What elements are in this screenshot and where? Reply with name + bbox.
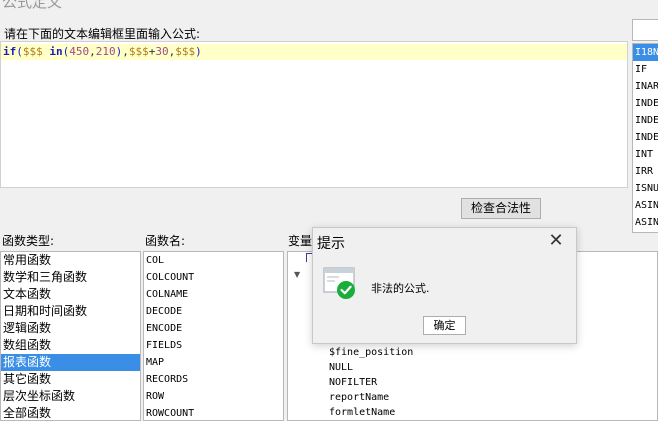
- function-quick-item[interactable]: ASIN: [633, 197, 658, 214]
- function-type-label: 函数类型:: [2, 234, 55, 248]
- variable-items: $fine_position NULL NOFILTER reportName form…: [329, 345, 413, 420]
- function-search-input[interactable]: [632, 19, 658, 41]
- editor-prompt: 请在下面的文本编辑框里面输入公式:: [4, 27, 201, 41]
- function-type-item[interactable]: 日期和时间函数: [1, 303, 140, 320]
- function-quick-list[interactable]: I18N IF INAR INDE INDE INDE INT IRR ISNU ASIN ASIN: [632, 43, 658, 233]
- formula-token: in: [49, 45, 63, 58]
- formula-token: 450: [69, 45, 90, 58]
- close-icon[interactable]: ✕: [547, 232, 565, 250]
- dialog-title: 提示: [317, 236, 345, 252]
- function-quick-item[interactable]: INAR: [633, 78, 658, 95]
- alert-dialog: 提示 ✕ 非法的公式. 确定: [312, 227, 577, 344]
- formula-token: $$$: [22, 45, 43, 58]
- function-type-item[interactable]: 报表函数: [1, 354, 140, 371]
- function-name-item[interactable]: RECORDS: [144, 371, 283, 388]
- function-quick-item[interactable]: I18N: [633, 44, 658, 61]
- function-quick-item[interactable]: IRR: [633, 163, 658, 180]
- function-name-item[interactable]: COLNAME: [144, 286, 283, 303]
- function-name-item[interactable]: ROW: [144, 388, 283, 405]
- window-check-icon: [323, 266, 357, 300]
- function-type-item[interactable]: 全部函数: [1, 405, 140, 420]
- function-name-item[interactable]: MAP: [144, 354, 283, 371]
- formula-token: $$$: [128, 45, 149, 58]
- formula-token: ,: [122, 45, 129, 58]
- formula-editor[interactable]: if($$$ in(450,210),$$$+30,$$$): [0, 41, 628, 188]
- function-name-list[interactable]: COL COLCOUNT COLNAME DECODE ENCODE FIELDS MAP R…: [143, 251, 284, 421]
- formula-token: $$$: [175, 45, 196, 58]
- function-name-item[interactable]: COL: [144, 252, 283, 269]
- check-validity-button[interactable]: 检查合法性: [461, 198, 541, 219]
- function-type-item[interactable]: 其它函数: [1, 371, 140, 388]
- function-name-item[interactable]: ROWCOUNT: [144, 405, 283, 420]
- function-type-list[interactable]: 常用函数 数学和三角函数 文本函数 日期和时间函数 逻辑函数 数组函数 报表函数 其它函数 层次…: [0, 251, 141, 421]
- dialog-message: 非法的公式.: [371, 282, 430, 295]
- function-quick-item[interactable]: INDE: [633, 95, 658, 112]
- formula-token: ): [195, 45, 202, 58]
- function-quick-item[interactable]: INDE: [633, 129, 658, 146]
- tree-expand-icon[interactable]: ▼: [294, 270, 300, 279]
- window-title: 公式定义: [2, 0, 63, 11]
- variable-item[interactable]: NULL: [329, 360, 413, 375]
- function-name-item[interactable]: DECODE: [144, 303, 283, 320]
- formula-token: 210: [95, 45, 116, 58]
- formula-current-line[interactable]: if($$$ in(450,210),$$$+30,$$$): [1, 44, 627, 60]
- variables-label: 变量: [288, 234, 313, 248]
- formula-token: (: [16, 45, 23, 58]
- ok-button[interactable]: 确定: [423, 316, 466, 335]
- variable-item[interactable]: reportName: [329, 390, 413, 405]
- formula-token: 30: [155, 45, 169, 58]
- function-name-item[interactable]: ENCODE: [144, 320, 283, 337]
- function-quick-item[interactable]: ASIN: [633, 214, 658, 231]
- function-type-item[interactable]: 常用函数: [1, 252, 140, 269]
- function-type-item[interactable]: 文本函数: [1, 286, 140, 303]
- function-name-item[interactable]: COLCOUNT: [144, 269, 283, 286]
- formula-token: ,: [89, 45, 96, 58]
- function-quick-item[interactable]: INT: [633, 146, 658, 163]
- function-type-item[interactable]: 逻辑函数: [1, 320, 140, 337]
- function-name-item[interactable]: FIELDS: [144, 337, 283, 354]
- variable-item[interactable]: $fine_position: [329, 345, 413, 360]
- variable-item[interactable]: NOFILTER: [329, 375, 413, 390]
- function-quick-item[interactable]: IF: [633, 61, 658, 78]
- variable-item[interactable]: formletName: [329, 405, 413, 420]
- formula-token: if: [3, 45, 17, 58]
- function-type-item[interactable]: 数组函数: [1, 337, 140, 354]
- function-type-item[interactable]: 层次坐标函数: [1, 388, 140, 405]
- function-quick-item[interactable]: INDE: [633, 112, 658, 129]
- function-quick-item[interactable]: ISNU: [633, 180, 658, 197]
- function-name-label: 函数名:: [145, 234, 186, 248]
- function-type-item[interactable]: 数学和三角函数: [1, 269, 140, 286]
